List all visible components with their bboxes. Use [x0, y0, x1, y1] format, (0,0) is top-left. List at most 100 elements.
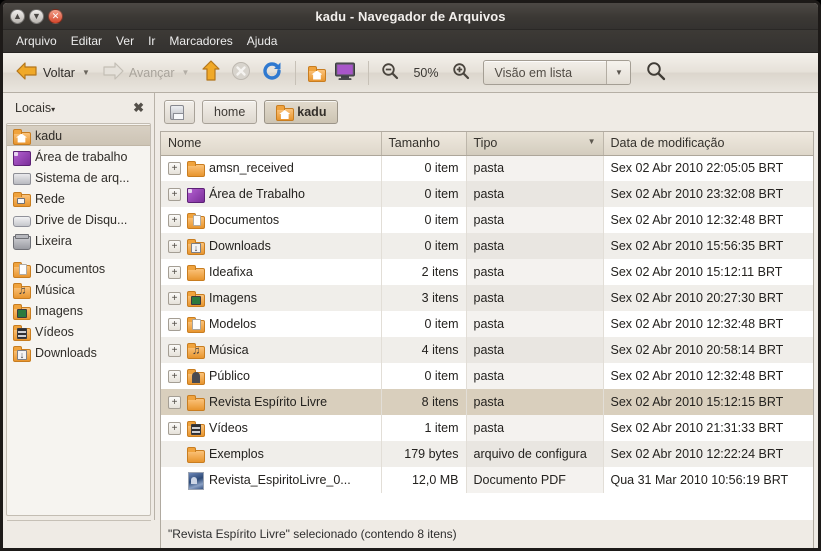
cell-name: + Vídeos — [161, 415, 382, 441]
table-row[interactable]: + amsn_received 0 item pasta Sex 02 Abr … — [161, 155, 813, 181]
expander-icon[interactable]: + — [168, 187, 181, 201]
home-folder-icon — [308, 65, 327, 82]
table-header-row: Nome Tamanho Tipo ▼ Data de modificação — [161, 132, 813, 156]
close-icon[interactable]: ✕ — [48, 8, 63, 24]
toolbar-separator-1 — [295, 60, 297, 85]
cell-type: pasta — [466, 363, 604, 389]
sidebar-close-button[interactable]: ✖ — [133, 100, 144, 116]
menu-ajuda[interactable]: Ajuda — [240, 32, 285, 50]
sidebar-item-documentos[interactable]: Documentos — [7, 258, 150, 279]
file-name: Downloads — [209, 239, 271, 253]
sidebar-footer-filler — [3, 520, 155, 548]
breadcrumb-item-filesystem[interactable] — [164, 100, 195, 124]
table-row[interactable]: + Área de Trabalho 0 item pasta Sex 02 A… — [161, 181, 813, 207]
sidebar-item-downloads[interactable]: ↓ Downloads — [7, 342, 150, 363]
cell-size: 0 item — [381, 207, 467, 233]
expander-icon[interactable]: + — [168, 161, 181, 175]
home-button[interactable] — [303, 62, 329, 84]
table-row[interactable]: + Documentos 0 item pasta Sex 02 Abr 201… — [161, 207, 813, 233]
sidebar-item-area-de-trabalho[interactable]: Área de trabalho — [7, 146, 150, 167]
maximize-icon[interactable]: ▼ — [29, 8, 44, 24]
sidebar-places-dropdown[interactable]: Locais▾ — [15, 101, 55, 115]
cell-name: Exemplos — [161, 441, 382, 467]
expander-icon[interactable]: + — [168, 291, 181, 305]
search-button[interactable] — [641, 58, 671, 87]
table-row[interactable]: + Ideafixa 2 itens pasta Sex 02 Abr 2010… — [161, 259, 813, 285]
file-name: Documentos — [209, 213, 280, 227]
minimize-icon[interactable]: ▲ — [10, 8, 25, 24]
cell-date: Sex 02 Abr 2010 20:58:14 BRT — [603, 337, 813, 363]
table-row[interactable]: + ↓ Downloads 0 item pasta Sex 02 Abr 20… — [161, 233, 813, 259]
column-header-nome[interactable]: Nome — [161, 132, 382, 156]
cell-size: 2 itens — [381, 259, 467, 285]
cell-type: pasta — [466, 155, 604, 181]
column-header-tipo[interactable]: Tipo ▼ — [466, 132, 604, 156]
breadcrumb-item-kadu[interactable]: kadu — [264, 100, 339, 124]
cell-size: 4 itens — [381, 337, 467, 363]
table-row[interactable]: + Vídeos 1 item pasta Sex 02 Abr 2010 21… — [161, 415, 813, 441]
up-button[interactable] — [196, 57, 226, 88]
music-folder-icon: ♫ — [187, 342, 205, 359]
table-row[interactable]: Exemplos 179 bytes arquivo de configura … — [161, 441, 813, 467]
cell-type: pasta — [466, 389, 604, 415]
back-button[interactable]: Voltar — [11, 58, 80, 87]
expander-icon[interactable]: + — [168, 265, 181, 279]
table-row[interactable]: Revista_EspiritoLivre_0... 12,0 MB Docum… — [161, 467, 813, 493]
breadcrumb-item-home[interactable]: home — [202, 100, 258, 124]
zoom-out-button[interactable] — [376, 59, 404, 86]
reload-button[interactable] — [256, 58, 288, 87]
sidebar-item-label: Área de trabalho — [35, 149, 128, 164]
stop-button[interactable] — [226, 58, 256, 87]
file-name: Exemplos — [209, 447, 264, 461]
table-row[interactable]: + Modelos 0 item pasta Sex 02 Abr 2010 1… — [161, 311, 813, 337]
cell-type: pasta — [466, 285, 604, 311]
view-mode-value: Visão em lista — [494, 65, 573, 80]
expander-icon[interactable]: + — [168, 369, 181, 383]
expander-icon[interactable]: + — [168, 395, 181, 409]
expander-icon[interactable]: + — [168, 239, 181, 253]
sidebar-item-kadu[interactable]: kadu — [7, 125, 150, 146]
table-row[interactable]: + ♫ Música 4 itens pasta Sex 02 Abr 2010… — [161, 337, 813, 363]
file-name: Ideafixa — [209, 265, 253, 279]
folder-icon — [187, 264, 205, 281]
status-text: "Revista Espírito Livre" selecionado (co… — [168, 527, 457, 541]
cell-name: + Documentos — [161, 207, 382, 233]
cdrom-icon — [13, 212, 31, 228]
zoom-in-icon — [452, 62, 470, 83]
sidebar-item-musica[interactable]: ♫ Música — [7, 279, 150, 300]
sidebar-item-lixeira[interactable]: Lixeira — [7, 230, 150, 251]
sidebar-item-drive-de-disquete[interactable]: Drive de Disqu... — [7, 209, 150, 230]
reload-icon — [261, 61, 283, 84]
file-name: Revista_EspiritoLivre_0... — [209, 473, 351, 487]
table-row[interactable]: + Público 0 item pasta Sex 02 Abr 2010 1… — [161, 363, 813, 389]
file-name: Área de Trabalho — [209, 187, 305, 201]
expander-icon[interactable]: + — [168, 213, 181, 227]
expander-icon[interactable]: + — [168, 317, 181, 331]
column-header-data[interactable]: Data de modificação — [603, 132, 813, 156]
expander-icon[interactable]: + — [168, 421, 181, 435]
column-header-tamanho[interactable]: Tamanho — [381, 132, 467, 156]
sidebar-item-videos[interactable]: Vídeos — [7, 321, 150, 342]
view-mode-select[interactable]: Visão em lista ▼ — [483, 60, 632, 85]
sidebar-item-sistema-de-arquivos[interactable]: Sistema de arq... — [7, 167, 150, 188]
menu-ir[interactable]: Ir — [141, 32, 162, 50]
zoom-in-button[interactable] — [447, 59, 475, 86]
sidebar-item-imagens[interactable]: Imagens — [7, 300, 150, 321]
menu-editar[interactable]: Editar — [64, 32, 109, 50]
menu-ver[interactable]: Ver — [109, 32, 141, 50]
forward-button[interactable]: Avançar — [97, 58, 180, 87]
table-row-selected[interactable]: + Revista Espírito Livre 8 itens pasta S… — [161, 389, 813, 415]
table-row[interactable]: + Imagens 3 itens pasta Sex 02 Abr 2010 … — [161, 285, 813, 311]
cell-type: arquivo de configura — [466, 441, 604, 467]
expander-icon[interactable]: + — [168, 343, 181, 357]
menu-arquivo[interactable]: Arquivo — [9, 32, 64, 50]
forward-history-caret-icon[interactable]: ▼ — [180, 68, 197, 77]
back-history-caret-icon[interactable]: ▼ — [80, 68, 97, 77]
sidebar-item-rede[interactable]: Rede — [7, 188, 150, 209]
menu-marcadores[interactable]: Marcadores — [162, 32, 239, 50]
cell-date: Sex 02 Abr 2010 12:32:48 BRT — [610, 213, 784, 227]
downloads-folder-icon: ↓ — [13, 345, 31, 362]
chevron-down-icon[interactable]: ▼ — [606, 61, 631, 84]
zoom-out-icon — [381, 62, 399, 83]
computer-button[interactable] — [329, 59, 361, 87]
